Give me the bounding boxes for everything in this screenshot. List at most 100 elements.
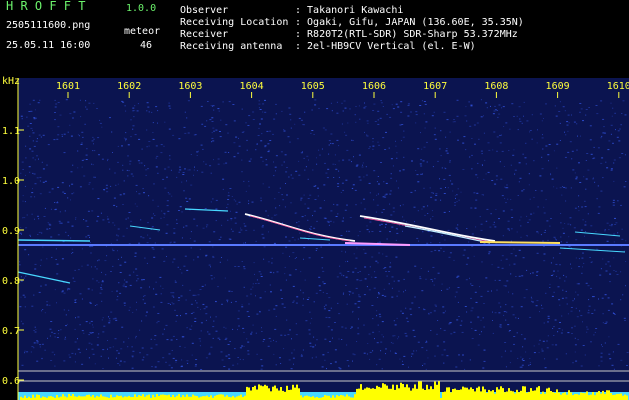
noise-speck xyxy=(222,101,224,103)
noise-speck xyxy=(116,234,118,236)
noise-speck xyxy=(526,235,528,237)
noise-speck xyxy=(337,213,339,215)
noise-speck xyxy=(476,192,479,194)
noise-speck xyxy=(556,143,559,145)
noise-speck xyxy=(494,226,497,228)
noise-speck xyxy=(31,150,34,152)
noise-speck xyxy=(201,171,204,173)
noise-speck xyxy=(318,285,321,287)
noise-speck xyxy=(86,264,89,266)
noise-speck xyxy=(602,322,604,324)
noise-speck xyxy=(213,130,216,132)
noise-speck xyxy=(272,133,274,135)
noise-speck xyxy=(35,140,38,142)
noise-speck xyxy=(197,256,199,258)
noise-speck xyxy=(369,192,371,194)
noise-speck xyxy=(341,274,343,276)
noise-speck xyxy=(508,229,510,231)
noise-speck xyxy=(294,123,296,125)
detection-bar xyxy=(608,390,610,400)
noise-speck xyxy=(434,134,436,136)
noise-speck xyxy=(248,185,250,187)
noise-speck xyxy=(128,170,130,172)
noise-speck xyxy=(265,164,268,166)
noise-speck xyxy=(483,360,486,362)
noise-speck xyxy=(97,198,100,200)
noise-speck xyxy=(372,350,374,352)
noise-speck xyxy=(259,109,262,110)
noise-speck xyxy=(262,183,264,185)
noise-speck xyxy=(562,186,563,188)
noise-speck xyxy=(247,316,250,317)
noise-speck xyxy=(57,102,60,103)
noise-speck xyxy=(173,241,176,243)
noise-speck xyxy=(290,127,292,129)
detection-bar xyxy=(436,384,438,400)
noise-speck xyxy=(400,111,403,113)
noise-speck xyxy=(96,344,99,346)
noise-speck xyxy=(300,197,303,199)
noise-speck xyxy=(322,281,325,283)
noise-speck xyxy=(323,308,326,310)
noise-speck xyxy=(543,118,544,119)
noise-speck xyxy=(619,128,621,130)
detection-bar xyxy=(360,384,362,400)
noise-speck xyxy=(219,339,221,341)
noise-speck xyxy=(333,221,335,223)
noise-speck xyxy=(224,151,227,153)
noise-speck xyxy=(303,194,305,196)
noise-speck xyxy=(28,166,31,168)
noise-speck xyxy=(598,365,600,367)
noise-speck xyxy=(569,217,572,219)
noise-speck xyxy=(624,320,626,321)
noise-speck xyxy=(483,115,484,117)
noise-speck xyxy=(614,112,616,114)
noise-speck xyxy=(486,208,489,210)
noise-speck xyxy=(469,125,472,127)
noise-speck xyxy=(324,162,326,164)
noise-speck xyxy=(377,123,380,125)
noise-speck xyxy=(275,315,277,317)
noise-speck xyxy=(267,215,269,217)
noise-speck xyxy=(574,344,577,346)
noise-speck xyxy=(94,266,96,268)
detection-bar xyxy=(216,395,218,400)
noise-speck xyxy=(415,170,417,171)
noise-speck xyxy=(541,137,544,139)
noise-speck xyxy=(328,153,330,155)
noise-speck xyxy=(441,290,442,291)
noise-speck xyxy=(380,100,382,102)
noise-speck xyxy=(186,117,188,119)
noise-speck xyxy=(90,320,93,322)
time-tick-label: 1606 xyxy=(362,81,386,92)
noise-speck xyxy=(533,160,535,162)
noise-speck xyxy=(368,148,370,149)
noise-speck xyxy=(385,223,387,225)
noise-speck xyxy=(413,206,416,208)
noise-speck xyxy=(497,116,499,118)
noise-speck xyxy=(394,324,397,326)
noise-speck xyxy=(556,187,558,189)
noise-speck xyxy=(373,287,376,289)
noise-speck xyxy=(473,192,476,194)
noise-speck xyxy=(521,122,523,124)
noise-speck xyxy=(334,361,337,363)
noise-speck xyxy=(527,221,529,223)
noise-speck xyxy=(499,142,502,144)
noise-speck xyxy=(98,281,100,283)
noise-speck xyxy=(228,152,230,153)
noise-speck xyxy=(358,176,361,178)
noise-speck xyxy=(247,350,250,352)
noise-speck xyxy=(267,261,270,263)
noise-speck xyxy=(116,290,118,292)
noise-speck xyxy=(380,162,382,163)
noise-speck xyxy=(243,345,245,347)
noise-speck xyxy=(194,294,197,296)
noise-speck xyxy=(59,114,62,116)
noise-speck xyxy=(339,368,342,370)
noise-speck xyxy=(112,152,113,153)
noise-speck xyxy=(225,162,228,164)
noise-speck xyxy=(609,265,611,267)
noise-speck xyxy=(231,196,233,197)
noise-speck xyxy=(421,208,423,210)
